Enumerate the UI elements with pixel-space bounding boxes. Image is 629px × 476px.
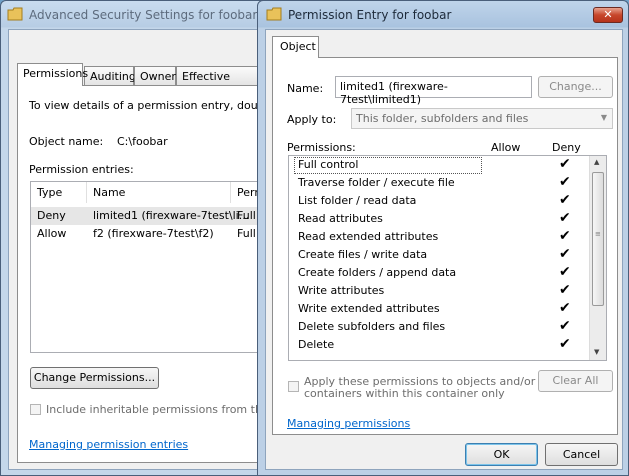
permission-name: Traverse folder / execute file	[298, 176, 455, 189]
deny-check-icon[interactable]: ✔	[559, 210, 571, 226]
permission-entries-label: Permission entries:	[29, 163, 134, 176]
object-name-label: Object name:	[29, 135, 104, 148]
column-header-name[interactable]: Name	[87, 182, 231, 203]
background-window-title: Advanced Security Settings for foobar	[29, 8, 258, 22]
managing-permissions-link[interactable]: Managing permissions	[287, 417, 410, 430]
entry-type: Allow	[37, 227, 67, 240]
ok-button[interactable]: OK	[465, 443, 538, 466]
deny-check-icon[interactable]: ✔	[559, 282, 571, 298]
list-item[interactable]: Traverse folder / execute file ✔	[289, 174, 589, 192]
background-client-area: Permissions Auditing Owner Effective Per…	[8, 29, 304, 470]
list-item[interactable]: Delete ✔	[289, 336, 589, 354]
background-titlebar: Advanced Security Settings for foobar	[1, 1, 269, 29]
chevron-down-icon: ▼	[600, 113, 607, 122]
managing-permission-entries-link[interactable]: Managing permission entries	[29, 438, 188, 451]
permission-name: Delete	[298, 338, 335, 351]
deny-check-icon[interactable]: ✔	[559, 264, 571, 280]
permissions-label: Permissions:	[287, 141, 356, 154]
tab-owner[interactable]: Owner	[134, 66, 176, 85]
tab-object[interactable]: Object	[272, 36, 319, 58]
folder-icon	[266, 7, 282, 21]
permissions-list[interactable]: Full control ✔ Traverse folder / execute f…	[288, 155, 607, 361]
permission-name: Write attributes	[298, 284, 385, 297]
deny-check-icon[interactable]: ✔	[559, 174, 571, 190]
tab-permissions[interactable]: Permissions	[17, 63, 88, 86]
permission-name: Delete subfolders and files	[298, 320, 446, 333]
permissions-tab-panel: To view details of a permission entry, d…	[17, 85, 304, 463]
column-header-type[interactable]: Type	[31, 182, 87, 203]
deny-check-icon[interactable]: ✔	[559, 336, 571, 352]
deny-check-icon[interactable]: ✔	[559, 192, 571, 208]
apply-to-children-checkbox[interactable]	[288, 381, 299, 392]
apply-to-value: This folder, subfolders and files	[356, 112, 529, 125]
deny-check-icon[interactable]: ✔	[559, 156, 571, 172]
allow-column-header: Allow	[491, 141, 521, 154]
apply-to-label: Apply to:	[287, 113, 337, 126]
object-tab-panel: Name: limited1 (firexware-7test\limited1…	[272, 57, 618, 435]
list-item[interactable]: Create folders / append data ✔	[289, 264, 589, 282]
list-item[interactable]: List folder / read data ✔	[289, 192, 589, 210]
entry-name: limited1 (firexware-7test\li...	[93, 209, 250, 222]
permission-name: Create folders / append data	[298, 266, 457, 279]
deny-check-icon[interactable]: ✔	[559, 318, 571, 334]
permission-entries-list[interactable]: Type Name Perm Deny limited1 (firexware-…	[30, 181, 273, 353]
list-item[interactable]: Delete subfolders and files ✔	[289, 318, 589, 336]
dialog-client-area: Object Name: limited1 (firexware-7test\l…	[265, 29, 623, 470]
table-row[interactable]: Deny limited1 (firexware-7test\li... Ful…	[31, 207, 272, 225]
include-inheritable-checkbox[interactable]	[30, 404, 41, 415]
object-name-value: C:\foobar	[117, 135, 168, 148]
change-button[interactable]: Change...	[538, 76, 613, 98]
list-item[interactable]: Write extended attributes ✔	[289, 300, 589, 318]
close-button[interactable]: ✕	[593, 7, 623, 23]
deny-check-icon[interactable]: ✔	[559, 228, 571, 244]
folder-icon	[7, 7, 23, 21]
permission-entry-dialog: Permission Entry for foobar ✕ Object Nam…	[257, 0, 629, 476]
list-item[interactable]: Read extended attributes ✔	[289, 228, 589, 246]
apply-to-select[interactable]: This folder, subfolders and files ▼	[351, 108, 613, 129]
scroll-down-icon[interactable]: ▼	[594, 348, 599, 356]
apply-to-children-label-line2: containers within this container only	[304, 387, 505, 400]
dialog-title: Permission Entry for foobar	[288, 8, 452, 22]
permission-name: Full control	[298, 158, 359, 171]
permission-name: Read attributes	[298, 212, 383, 225]
deny-check-icon[interactable]: ✔	[559, 300, 571, 316]
table-row[interactable]: Allow f2 (firexware-7test\f2) Full c	[31, 225, 272, 243]
scrollbar-thumb[interactable]: ≡	[592, 172, 604, 306]
deny-check-icon[interactable]: ✔	[559, 246, 571, 262]
clear-all-button[interactable]: Clear All	[538, 370, 613, 392]
change-permissions-button[interactable]: Change Permissions...	[30, 367, 159, 389]
cancel-button[interactable]: Cancel	[545, 443, 618, 466]
tab-effective-permissions[interactable]: Effective Permis	[176, 66, 266, 85]
list-item[interactable]: Write attributes ✔	[289, 282, 589, 300]
vertical-scrollbar[interactable]: ▲ ≡ ▼	[589, 156, 606, 360]
permission-name: Read extended attributes	[298, 230, 439, 243]
advanced-security-window: Advanced Security Settings for foobar Pe…	[0, 0, 304, 476]
permission-name: Create files / write data	[298, 248, 428, 261]
permission-name: Write extended attributes	[298, 302, 440, 315]
permission-name: List folder / read data	[298, 194, 417, 207]
list-item[interactable]: Full control ✔	[289, 156, 589, 174]
close-icon: ✕	[603, 8, 613, 21]
entry-type: Deny	[37, 209, 66, 222]
name-field[interactable]: limited1 (firexware-7test\limited1)	[335, 76, 532, 106]
list-item[interactable]: Read attributes ✔	[289, 210, 589, 228]
scroll-up-icon[interactable]: ▲	[594, 158, 599, 166]
deny-column-header: Deny	[552, 141, 581, 154]
list-item[interactable]: Create files / write data ✔	[289, 246, 589, 264]
name-label: Name:	[287, 82, 324, 95]
entry-name: f2 (firexware-7test\f2)	[93, 227, 214, 240]
grip-icon: ≡	[595, 230, 601, 238]
dialog-titlebar: Permission Entry for foobar ✕	[258, 1, 628, 29]
tab-auditing[interactable]: Auditing	[84, 66, 136, 85]
